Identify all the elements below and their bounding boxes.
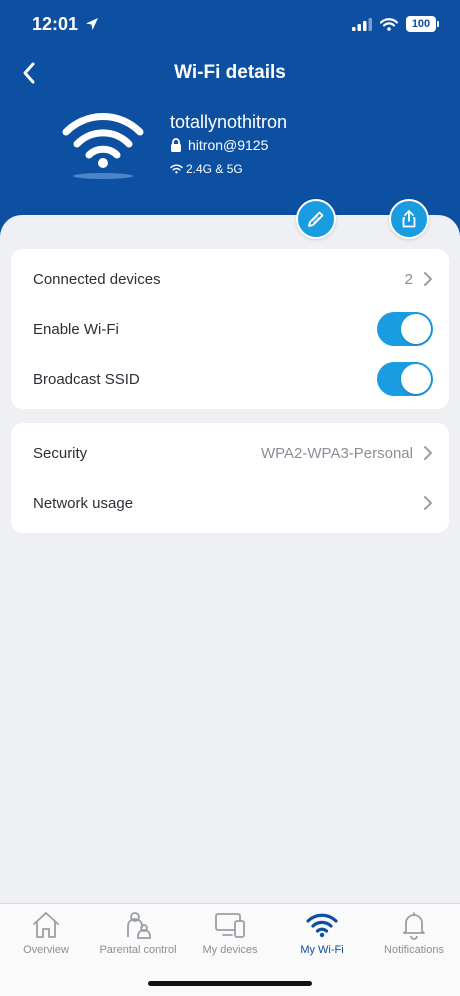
share-icon bbox=[402, 210, 416, 228]
wifi-band-icon bbox=[170, 164, 183, 174]
home-indicator bbox=[148, 981, 312, 986]
security-row[interactable]: Security WPA2-WPA3-Personal bbox=[33, 433, 433, 473]
chevron-right-icon bbox=[424, 272, 432, 286]
enable-wifi-row: Enable Wi-Fi bbox=[33, 309, 433, 349]
tab-my-devices[interactable]: My devices bbox=[184, 910, 276, 966]
edit-network-button[interactable] bbox=[296, 199, 336, 239]
toggle-knob bbox=[401, 314, 431, 344]
status-time: 12:01 bbox=[32, 14, 99, 35]
tab-overview[interactable]: Overview bbox=[0, 910, 92, 966]
location-arrow-icon bbox=[86, 18, 99, 30]
wifi-settings-card: Security WPA2-WPA3-Personal Network usag… bbox=[11, 423, 449, 533]
bell-icon bbox=[403, 912, 425, 940]
network-usage-row[interactable]: Network usage bbox=[33, 483, 433, 523]
network-password: hitron@9125 bbox=[170, 137, 268, 153]
home-icon bbox=[33, 912, 59, 938]
network-bands: 2.4G & 5G bbox=[170, 162, 243, 176]
wifi-icon bbox=[306, 913, 338, 938]
security-value: WPA2-WPA3-Personal bbox=[261, 444, 413, 462]
connected-devices-count: 2 bbox=[404, 270, 413, 288]
share-network-button[interactable] bbox=[389, 199, 429, 239]
page-title: Wi-Fi details bbox=[174, 62, 286, 83]
chevron-right-icon bbox=[424, 496, 432, 510]
status-bar: 12:01 100 bbox=[0, 0, 460, 50]
tab-notifications[interactable]: Notifications bbox=[368, 910, 460, 966]
chevron-right-icon bbox=[424, 446, 432, 460]
broadcast-ssid-label: Broadcast SSID bbox=[33, 370, 140, 388]
security-label: Security bbox=[33, 444, 88, 462]
parental-icon bbox=[127, 912, 151, 939]
wifi-network-icon bbox=[62, 110, 144, 182]
wifi-status-icon bbox=[380, 17, 398, 31]
devices-icon bbox=[215, 913, 245, 938]
battery-indicator: 100 bbox=[406, 16, 439, 32]
broadcast-ssid-row: Broadcast SSID bbox=[33, 359, 433, 399]
network-name: totallynothitron bbox=[170, 112, 288, 132]
toggle-knob bbox=[401, 364, 431, 394]
enable-wifi-toggle[interactable] bbox=[377, 312, 433, 346]
broadcast-ssid-toggle[interactable] bbox=[377, 362, 433, 396]
tab-my-wifi[interactable]: My Wi-Fi bbox=[276, 910, 368, 966]
network-usage-label: Network usage bbox=[33, 494, 134, 512]
connected-devices-row[interactable]: Connected devices 2 bbox=[33, 259, 433, 299]
enable-wifi-label: Enable Wi-Fi bbox=[33, 320, 119, 338]
status-icons: 100 bbox=[352, 16, 439, 32]
wifi-details-card: Connected devices 2 Enable Wi-Fi Broadca… bbox=[11, 249, 449, 409]
connected-devices-label: Connected devices bbox=[33, 270, 161, 288]
lock-icon bbox=[171, 138, 181, 152]
tab-parental-control[interactable]: Parental control bbox=[92, 910, 184, 966]
cellular-signal-icon bbox=[352, 17, 372, 31]
pencil-icon bbox=[308, 211, 324, 227]
